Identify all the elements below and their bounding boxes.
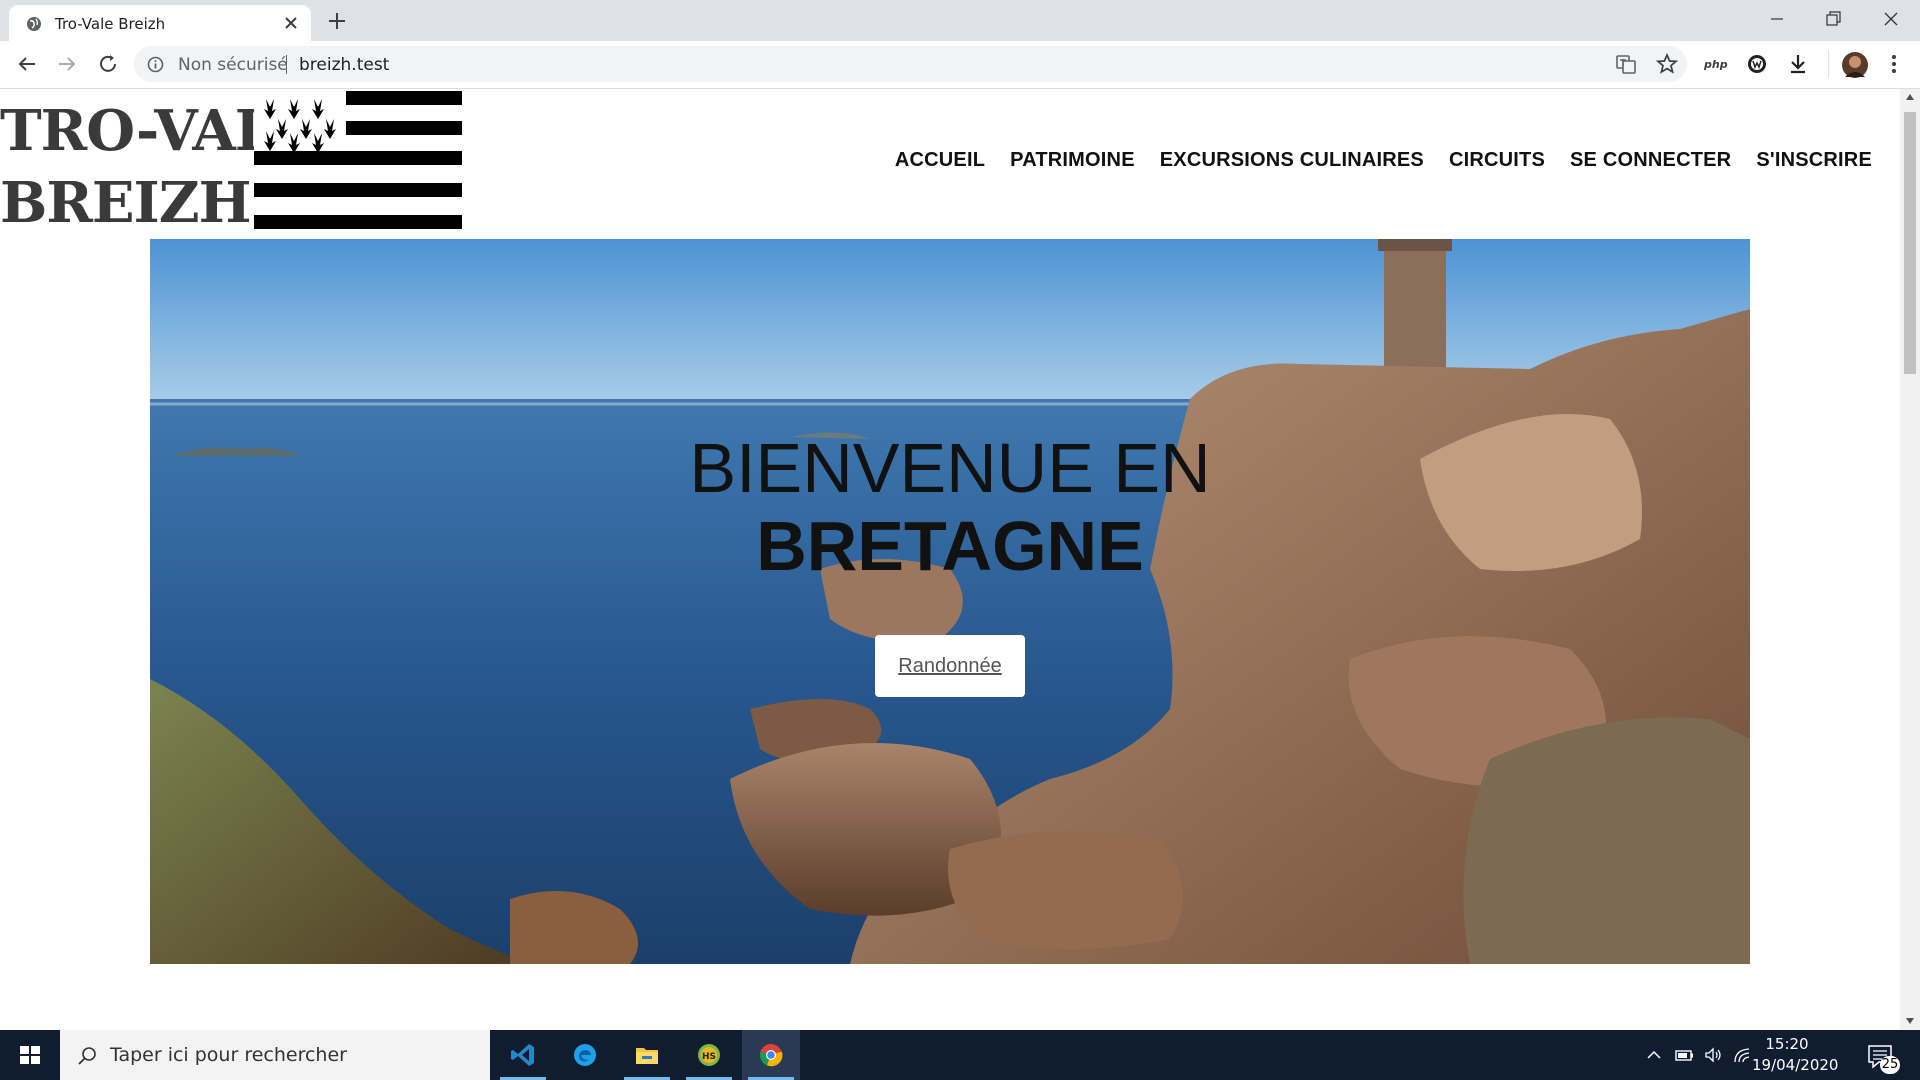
- avatar[interactable]: [1841, 51, 1869, 79]
- info-icon[interactable]: [147, 56, 164, 73]
- browser-toolbar: Non sécurisé breizh.test php: [0, 41, 1920, 89]
- hero-landscape-image: [150, 239, 1750, 964]
- url-text[interactable]: breizh.test: [299, 55, 389, 75]
- scroll-down-icon[interactable]: [1905, 1017, 1915, 1025]
- heidisql-icon: HS: [698, 1044, 720, 1066]
- php-extension-icon[interactable]: php: [1703, 52, 1733, 76]
- menu-dots-icon[interactable]: [1882, 52, 1906, 76]
- taskbar-edge[interactable]: [556, 1030, 614, 1080]
- hero-title: BIENVENUE EN BRETAGNE: [150, 429, 1750, 585]
- hero-title-line-1: BIENVENUE EN: [689, 429, 1211, 507]
- breton-flag-icon: [254, 91, 462, 229]
- windows-taskbar: Taper ici pour rechercher HS 15:20 19/04…: [0, 1030, 1920, 1080]
- edge-icon: [574, 1044, 596, 1066]
- nav-circuits[interactable]: CIRCUITS: [1449, 149, 1545, 172]
- omnibox-separator: [286, 55, 287, 74]
- back-icon[interactable]: [15, 52, 39, 76]
- download-icon[interactable]: [1786, 52, 1810, 76]
- taskbar-chrome[interactable]: [742, 1030, 800, 1080]
- forward-icon[interactable]: [55, 52, 79, 76]
- browser-tab[interactable]: Tro-Vale Breizh: [9, 5, 311, 41]
- nav-excursions-culinaires[interactable]: EXCURSIONS CULINAIRES: [1160, 149, 1424, 172]
- windows-start-icon[interactable]: [0, 1030, 60, 1080]
- vscode-icon: [511, 1044, 534, 1066]
- search-placeholder: Taper ici pour rechercher: [110, 1044, 347, 1066]
- bookmark-star-icon[interactable]: [1655, 52, 1679, 76]
- file-explorer-icon: [636, 1048, 658, 1064]
- battery-icon[interactable]: [1674, 1045, 1694, 1065]
- wifi-icon[interactable]: [1732, 1045, 1752, 1065]
- nav-accueil[interactable]: ACCUEIL: [895, 149, 985, 172]
- security-label[interactable]: Non sécurisé: [178, 55, 288, 75]
- globe-icon: [27, 17, 41, 31]
- search-icon: [78, 1047, 96, 1065]
- scroll-up-icon[interactable]: [1905, 93, 1915, 101]
- hero-title-line-2: BRETAGNE: [756, 507, 1144, 585]
- browser-tabstrip: Tro-Vale Breizh: [0, 0, 1920, 41]
- scroll-thumb[interactable]: [1904, 112, 1916, 374]
- minimize-icon[interactable]: [1762, 6, 1792, 32]
- taskbar-search-box[interactable]: Taper ici pour rechercher: [60, 1030, 490, 1080]
- clock-time: 15:20: [1765, 1035, 1809, 1053]
- chrome-icon: [760, 1044, 783, 1067]
- chevron-up-icon[interactable]: [1645, 1045, 1663, 1065]
- address-bar[interactable]: Non sécurisé breizh.test: [134, 46, 1687, 82]
- new-tab-icon[interactable]: [326, 10, 348, 32]
- nav-s-inscrire[interactable]: S'INSCRIRE: [1756, 149, 1872, 172]
- svg-text:php: php: [1703, 58, 1728, 71]
- translate-icon[interactable]: [1614, 52, 1638, 76]
- notification-count-badge: 25: [1880, 1056, 1900, 1074]
- taskbar-file-explorer[interactable]: [618, 1030, 676, 1080]
- reload-icon[interactable]: [96, 52, 120, 76]
- clock-date: 19/04/2020: [1752, 1056, 1839, 1074]
- close-window-icon[interactable]: [1876, 6, 1906, 32]
- nav-patrimoine[interactable]: PATRIMOINE: [1010, 149, 1135, 172]
- main-nav: ACCUEIL PATRIMOINE EXCURSIONS CULINAIRES…: [895, 149, 1872, 172]
- close-tab-icon[interactable]: [282, 14, 300, 32]
- page-scrollbar[interactable]: [1900, 89, 1920, 1030]
- restore-icon[interactable]: [1818, 6, 1848, 32]
- toolbar-divider: [1828, 51, 1829, 77]
- nav-se-connecter[interactable]: SE CONNECTER: [1570, 149, 1731, 172]
- taskbar-clock[interactable]: 15:20 19/04/2020: [1752, 1034, 1839, 1076]
- svg-text:HS: HS: [702, 1052, 716, 1062]
- tab-title: Tro-Vale Breizh: [55, 15, 166, 33]
- hero-banner: BIENVENUE EN BRETAGNE Randonnée: [150, 239, 1750, 964]
- wappalyzer-icon[interactable]: [1745, 52, 1769, 76]
- taskbar-heidisql[interactable]: HS: [680, 1030, 738, 1080]
- taskbar-vscode[interactable]: [494, 1030, 552, 1080]
- randonnee-button[interactable]: Randonnée: [875, 635, 1025, 697]
- page-viewport: TRO-VALE BREIZH . ACCUEIL PATRIMOINE EXC…: [0, 89, 1900, 1030]
- volume-icon[interactable]: [1703, 1045, 1723, 1065]
